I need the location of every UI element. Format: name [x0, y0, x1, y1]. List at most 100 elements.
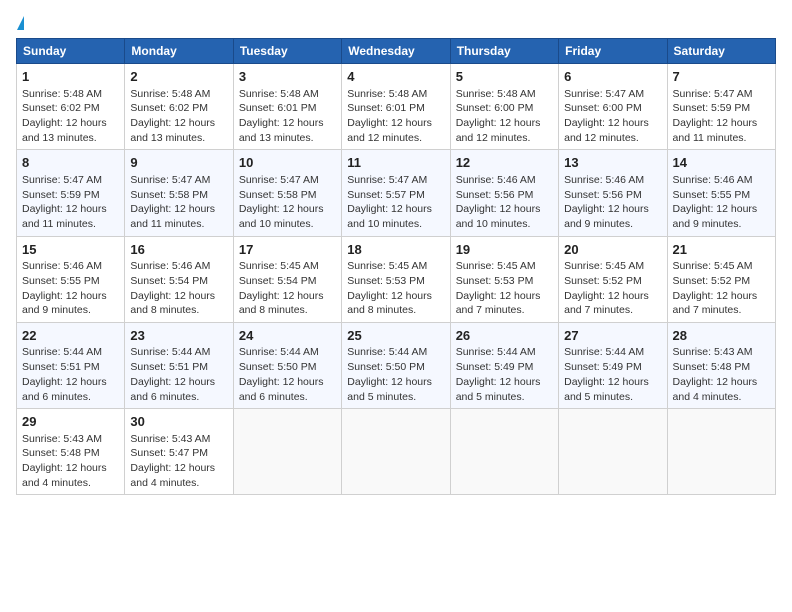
day-info: Sunrise: 5:46 AM Sunset: 5:54 PM Dayligh… [130, 259, 227, 318]
day-number: 27 [564, 327, 661, 345]
calendar-cell: 4Sunrise: 5:48 AM Sunset: 6:01 PM Daylig… [342, 64, 450, 150]
day-number: 5 [456, 68, 553, 86]
calendar-cell: 28Sunrise: 5:43 AM Sunset: 5:48 PM Dayli… [667, 322, 775, 408]
day-number: 6 [564, 68, 661, 86]
day-info: Sunrise: 5:44 AM Sunset: 5:49 PM Dayligh… [456, 345, 553, 404]
calendar-cell: 23Sunrise: 5:44 AM Sunset: 5:51 PM Dayli… [125, 322, 233, 408]
calendar-cell: 14Sunrise: 5:46 AM Sunset: 5:55 PM Dayli… [667, 150, 775, 236]
calendar-week-1: 1Sunrise: 5:48 AM Sunset: 6:02 PM Daylig… [17, 64, 776, 150]
calendar-cell: 20Sunrise: 5:45 AM Sunset: 5:52 PM Dayli… [559, 236, 667, 322]
calendar-cell: 12Sunrise: 5:46 AM Sunset: 5:56 PM Dayli… [450, 150, 558, 236]
day-info: Sunrise: 5:48 AM Sunset: 6:01 PM Dayligh… [347, 87, 444, 146]
day-info: Sunrise: 5:44 AM Sunset: 5:51 PM Dayligh… [22, 345, 119, 404]
day-info: Sunrise: 5:43 AM Sunset: 5:48 PM Dayligh… [673, 345, 770, 404]
weekday-header-tuesday: Tuesday [233, 39, 341, 64]
day-info: Sunrise: 5:43 AM Sunset: 5:47 PM Dayligh… [130, 432, 227, 491]
day-number: 24 [239, 327, 336, 345]
calendar-body: 1Sunrise: 5:48 AM Sunset: 6:02 PM Daylig… [17, 64, 776, 495]
day-number: 11 [347, 154, 444, 172]
day-number: 25 [347, 327, 444, 345]
calendar-week-5: 29Sunrise: 5:43 AM Sunset: 5:48 PM Dayli… [17, 409, 776, 495]
calendar-cell: 3Sunrise: 5:48 AM Sunset: 6:01 PM Daylig… [233, 64, 341, 150]
day-info: Sunrise: 5:46 AM Sunset: 5:56 PM Dayligh… [456, 173, 553, 232]
day-number: 15 [22, 241, 119, 259]
day-info: Sunrise: 5:48 AM Sunset: 6:02 PM Dayligh… [130, 87, 227, 146]
calendar-cell: 1Sunrise: 5:48 AM Sunset: 6:02 PM Daylig… [17, 64, 125, 150]
calendar-cell: 10Sunrise: 5:47 AM Sunset: 5:58 PM Dayli… [233, 150, 341, 236]
calendar-cell: 30Sunrise: 5:43 AM Sunset: 5:47 PM Dayli… [125, 409, 233, 495]
day-info: Sunrise: 5:48 AM Sunset: 6:02 PM Dayligh… [22, 87, 119, 146]
weekday-header-wednesday: Wednesday [342, 39, 450, 64]
day-number: 14 [673, 154, 770, 172]
day-info: Sunrise: 5:46 AM Sunset: 5:56 PM Dayligh… [564, 173, 661, 232]
day-info: Sunrise: 5:47 AM Sunset: 5:58 PM Dayligh… [239, 173, 336, 232]
calendar-cell: 7Sunrise: 5:47 AM Sunset: 5:59 PM Daylig… [667, 64, 775, 150]
calendar-cell [450, 409, 558, 495]
day-info: Sunrise: 5:44 AM Sunset: 5:51 PM Dayligh… [130, 345, 227, 404]
weekday-header-monday: Monday [125, 39, 233, 64]
day-info: Sunrise: 5:43 AM Sunset: 5:48 PM Dayligh… [22, 432, 119, 491]
calendar-cell: 26Sunrise: 5:44 AM Sunset: 5:49 PM Dayli… [450, 322, 558, 408]
calendar-cell: 15Sunrise: 5:46 AM Sunset: 5:55 PM Dayli… [17, 236, 125, 322]
logo-triangle-icon [17, 16, 24, 30]
calendar-cell: 21Sunrise: 5:45 AM Sunset: 5:52 PM Dayli… [667, 236, 775, 322]
calendar-cell: 8Sunrise: 5:47 AM Sunset: 5:59 PM Daylig… [17, 150, 125, 236]
day-number: 16 [130, 241, 227, 259]
calendar-cell [559, 409, 667, 495]
day-number: 18 [347, 241, 444, 259]
day-number: 9 [130, 154, 227, 172]
weekday-header-friday: Friday [559, 39, 667, 64]
day-info: Sunrise: 5:45 AM Sunset: 5:54 PM Dayligh… [239, 259, 336, 318]
day-number: 10 [239, 154, 336, 172]
calendar-cell: 17Sunrise: 5:45 AM Sunset: 5:54 PM Dayli… [233, 236, 341, 322]
logo [16, 16, 24, 30]
calendar-cell: 27Sunrise: 5:44 AM Sunset: 5:49 PM Dayli… [559, 322, 667, 408]
calendar-cell [342, 409, 450, 495]
calendar-cell: 25Sunrise: 5:44 AM Sunset: 5:50 PM Dayli… [342, 322, 450, 408]
calendar-table: SundayMondayTuesdayWednesdayThursdayFrid… [16, 38, 776, 495]
day-info: Sunrise: 5:46 AM Sunset: 5:55 PM Dayligh… [22, 259, 119, 318]
weekday-header-thursday: Thursday [450, 39, 558, 64]
day-info: Sunrise: 5:47 AM Sunset: 5:58 PM Dayligh… [130, 173, 227, 232]
calendar-cell: 11Sunrise: 5:47 AM Sunset: 5:57 PM Dayli… [342, 150, 450, 236]
day-number: 4 [347, 68, 444, 86]
day-info: Sunrise: 5:48 AM Sunset: 6:00 PM Dayligh… [456, 87, 553, 146]
day-number: 8 [22, 154, 119, 172]
weekday-header-sunday: Sunday [17, 39, 125, 64]
day-info: Sunrise: 5:47 AM Sunset: 5:57 PM Dayligh… [347, 173, 444, 232]
page-header [16, 16, 776, 30]
calendar-week-3: 15Sunrise: 5:46 AM Sunset: 5:55 PM Dayli… [17, 236, 776, 322]
day-number: 29 [22, 413, 119, 431]
day-info: Sunrise: 5:45 AM Sunset: 5:52 PM Dayligh… [673, 259, 770, 318]
day-number: 22 [22, 327, 119, 345]
day-info: Sunrise: 5:44 AM Sunset: 5:50 PM Dayligh… [239, 345, 336, 404]
day-number: 20 [564, 241, 661, 259]
day-number: 3 [239, 68, 336, 86]
calendar-cell: 24Sunrise: 5:44 AM Sunset: 5:50 PM Dayli… [233, 322, 341, 408]
calendar-cell: 2Sunrise: 5:48 AM Sunset: 6:02 PM Daylig… [125, 64, 233, 150]
calendar-cell: 16Sunrise: 5:46 AM Sunset: 5:54 PM Dayli… [125, 236, 233, 322]
calendar-cell: 6Sunrise: 5:47 AM Sunset: 6:00 PM Daylig… [559, 64, 667, 150]
calendar-week-2: 8Sunrise: 5:47 AM Sunset: 5:59 PM Daylig… [17, 150, 776, 236]
day-info: Sunrise: 5:45 AM Sunset: 5:52 PM Dayligh… [564, 259, 661, 318]
day-number: 7 [673, 68, 770, 86]
calendar-header-row: SundayMondayTuesdayWednesdayThursdayFrid… [17, 39, 776, 64]
day-info: Sunrise: 5:46 AM Sunset: 5:55 PM Dayligh… [673, 173, 770, 232]
calendar-cell: 19Sunrise: 5:45 AM Sunset: 5:53 PM Dayli… [450, 236, 558, 322]
calendar-cell: 18Sunrise: 5:45 AM Sunset: 5:53 PM Dayli… [342, 236, 450, 322]
calendar-cell: 29Sunrise: 5:43 AM Sunset: 5:48 PM Dayli… [17, 409, 125, 495]
calendar-week-4: 22Sunrise: 5:44 AM Sunset: 5:51 PM Dayli… [17, 322, 776, 408]
day-number: 28 [673, 327, 770, 345]
calendar-cell: 5Sunrise: 5:48 AM Sunset: 6:00 PM Daylig… [450, 64, 558, 150]
day-number: 23 [130, 327, 227, 345]
calendar-cell [233, 409, 341, 495]
day-number: 19 [456, 241, 553, 259]
calendar-cell: 13Sunrise: 5:46 AM Sunset: 5:56 PM Dayli… [559, 150, 667, 236]
day-number: 26 [456, 327, 553, 345]
day-number: 2 [130, 68, 227, 86]
day-info: Sunrise: 5:44 AM Sunset: 5:50 PM Dayligh… [347, 345, 444, 404]
day-number: 21 [673, 241, 770, 259]
day-info: Sunrise: 5:48 AM Sunset: 6:01 PM Dayligh… [239, 87, 336, 146]
day-number: 12 [456, 154, 553, 172]
day-info: Sunrise: 5:45 AM Sunset: 5:53 PM Dayligh… [456, 259, 553, 318]
